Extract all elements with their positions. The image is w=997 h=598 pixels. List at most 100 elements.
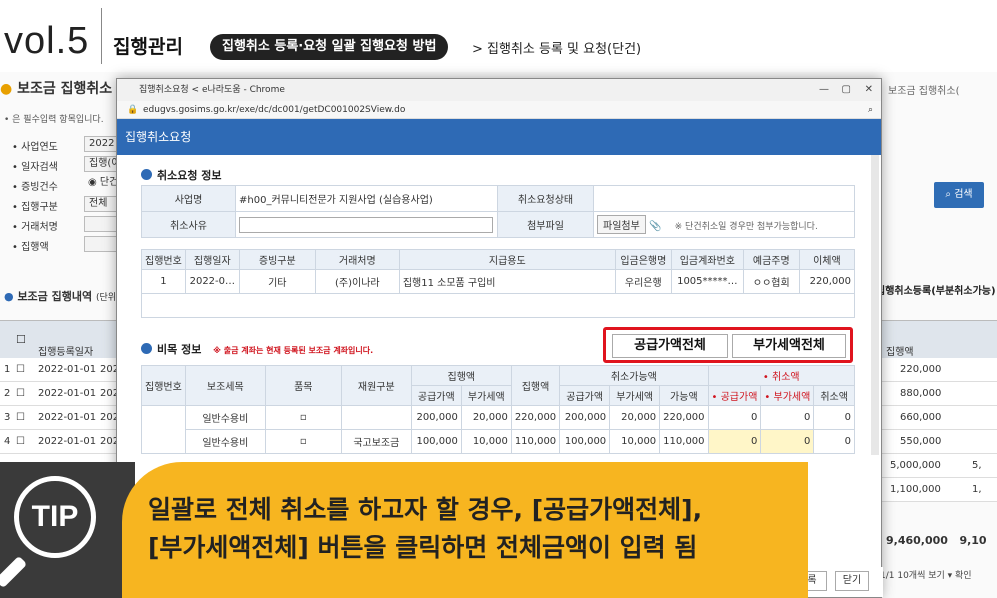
exec-col: 입금은행명	[614, 249, 672, 270]
item-cell: 0	[813, 405, 855, 430]
bg-right-title: 보조금 집행취소(	[888, 86, 960, 97]
close-icon[interactable]: ✕	[865, 79, 873, 101]
exec-col: 집행번호	[141, 249, 186, 270]
biz-label: 사업명	[141, 185, 236, 212]
item-cell: 110,000	[510, 429, 561, 454]
bg-cancel-register-button[interactable]: 집행취소등록(부분취소가능)	[876, 282, 996, 297]
item-cell	[340, 405, 412, 430]
file-attach-button[interactable]: 파일첨부	[597, 215, 646, 234]
bg-search-button[interactable]: ⌕ 검색	[934, 182, 984, 208]
item-col: 보조세목	[184, 365, 266, 406]
volume-label: vol.5	[4, 20, 90, 62]
bg-total: 9,460,000 9,10	[886, 534, 987, 547]
biz-value: #h00_커뮤니티전문가 지원사업 (실습용사업)	[235, 185, 498, 212]
section-pill: 집행취소 등록·요청 일괄 집행요청 방법	[210, 34, 449, 60]
item-header-row: 집행번호 보조세목 품목 재원구분 집행액 집행액 취소가능액 • 취소액	[141, 365, 856, 406]
bg-list-title: ● 보조금 집행내역 (단위	[4, 290, 117, 303]
bg-filter-label: • 일자검색	[12, 162, 58, 173]
item-cell: 220,000	[659, 405, 709, 430]
cancel-vat-input[interactable]: 0	[760, 405, 815, 430]
maximize-icon[interactable]: ▢	[842, 79, 851, 101]
window-title: 집행취소요청 < e나라도움 - Chrome	[139, 85, 285, 95]
tip-text-line1: 일괄로 전체 취소를 하고자 할 경우, [공급가액전체],	[148, 495, 703, 524]
exec-row[interactable]: 1 2022-0… 기타 (주)이나라 집행11 소모품 구입비 우리은행 10…	[141, 269, 856, 294]
item-cell: 10,000	[460, 429, 512, 454]
item-cell: 100,000	[559, 429, 611, 454]
breadcrumb: > 집행취소 등록 및 요청(단건)	[472, 42, 642, 57]
item-col: 집행액	[510, 365, 561, 406]
item-col: • 공급가액	[707, 385, 762, 406]
search-icon: ⌕	[945, 189, 955, 200]
section-request-info: 취소요청 정보	[141, 167, 222, 183]
bg-filter-label: • 증빙건수	[12, 182, 58, 193]
item-col: 집행액	[410, 365, 512, 386]
bg-filter-label: • 사업연도	[12, 142, 58, 153]
bg-page-title: ● 보조금 집행취소	[0, 81, 113, 97]
status-label: 취소요청상태	[497, 185, 594, 212]
close-button[interactable]: 닫기	[835, 571, 869, 591]
cancel-supply-input[interactable]: 0	[707, 429, 762, 454]
item-cell: 일반수용비	[184, 405, 266, 430]
item-col: 재원구분	[340, 365, 412, 406]
exec-col: 입금계좌번호	[670, 249, 744, 270]
zoom-icon[interactable]: ⌕	[868, 101, 873, 119]
item-no-cell	[141, 405, 186, 454]
exec-cell: 1	[141, 269, 186, 294]
account-note: ※ 출금 계좌는 현재 등록된 보조금 계좌입니다.	[213, 346, 374, 355]
item-col: 취소가능액	[559, 365, 709, 386]
item-cell: 0	[813, 429, 855, 454]
exec-table: 집행번호 집행일자 증빙구분 거래처명 지급용도 입금은행명 입금계좌번호 예금…	[141, 249, 856, 318]
cancel-supply-input[interactable]: 0	[707, 405, 762, 430]
vat-all-button[interactable]: 부가세액전체	[732, 334, 846, 358]
item-table: 집행번호 보조세목 품목 재원구분 집행액 집행액 취소가능액 • 취소액 공급…	[141, 365, 856, 454]
exec-cell: ㅇㅇ협회	[742, 269, 800, 294]
item-cell: 110,000	[659, 429, 709, 454]
tip-text-line2: [부가세액전체] 버튼을 클릭하면 전체금액이 입력 됨	[148, 533, 698, 562]
bg-checkbox-all[interactable]: ☐	[16, 333, 26, 346]
section-icon	[141, 169, 152, 180]
supply-all-button[interactable]: 공급가액전체	[612, 334, 728, 358]
exec-col: 지급용도	[398, 249, 616, 270]
item-col: • 취소액	[707, 365, 856, 386]
exec-col: 이체액	[798, 249, 856, 270]
item-cell: 200,000	[410, 405, 462, 430]
cancel-vat-input[interactable]: 0	[760, 429, 815, 454]
item-cell: 20,000	[460, 405, 512, 430]
reason-input[interactable]	[239, 216, 493, 233]
exec-cell: 2022-0…	[184, 269, 240, 294]
popup-scrollbar[interactable]	[871, 155, 879, 455]
exec-cell: 우리은행	[614, 269, 672, 294]
exec-col: 예금주명	[742, 249, 800, 270]
exec-header-row: 집행번호 집행일자 증빙구분 거래처명 지급용도 입금은행명 입금계좌번호 예금…	[141, 249, 856, 270]
exec-cell: 220,000	[798, 269, 856, 294]
tip-badge: TIP	[14, 476, 96, 558]
item-col: 품목	[264, 365, 342, 406]
bulk-buttons-highlight: 공급가액전체 부가세액전체	[603, 327, 853, 363]
exec-cell: 1005*****…	[670, 269, 744, 294]
header-divider	[101, 8, 102, 64]
item-cell: 200,000	[559, 405, 611, 430]
exec-col: 증빙구분	[238, 249, 316, 270]
section-item-info: 비목 정보 ※ 출금 계좌는 현재 등록된 보조금 계좌입니다.	[141, 341, 373, 357]
exec-col: 집행일자	[184, 249, 240, 270]
exec-cell: 기타	[238, 269, 316, 294]
item-row[interactable]: 일반수용비 ▫ 국고보조금 100,000 10,000 110,000 100…	[142, 429, 855, 454]
section-icon	[141, 343, 152, 354]
bg-title-icon: ●	[0, 81, 18, 97]
bg-pager[interactable]: 1/1 10개씩 보기 ▾ 확인	[880, 568, 972, 581]
item-row[interactable]: 일반수용비 ▫ 200,000 20,000 220,000 200,000 2…	[141, 405, 855, 454]
item-col: 취소액	[813, 385, 855, 406]
page-title: 집행관리	[113, 36, 183, 58]
exec-cell: (주)이나라	[314, 269, 400, 294]
item-col: 공급가액	[559, 385, 611, 406]
minimize-icon[interactable]: —	[819, 79, 829, 101]
address-text: edugvs.gosims.go.kr/exe/dc/dc001/getDC00…	[143, 105, 406, 115]
file-label: 첨부파일	[497, 211, 594, 238]
paperclip-icon: 📎	[649, 221, 662, 232]
item-cell: ▫	[264, 405, 342, 430]
item-cell: 220,000	[510, 405, 561, 430]
address-bar[interactable]: 🔒 edugvs.gosims.go.kr/exe/dc/dc001/getDC…	[117, 101, 881, 119]
guide-header: vol.5 집행관리 집행취소 등록·요청 일괄 집행요청 방법 > 집행취소 …	[0, 0, 997, 72]
file-note: ※ 단건취소일 경우만 첨부가능합니다.	[674, 222, 818, 232]
item-col: 가능액	[659, 385, 709, 406]
